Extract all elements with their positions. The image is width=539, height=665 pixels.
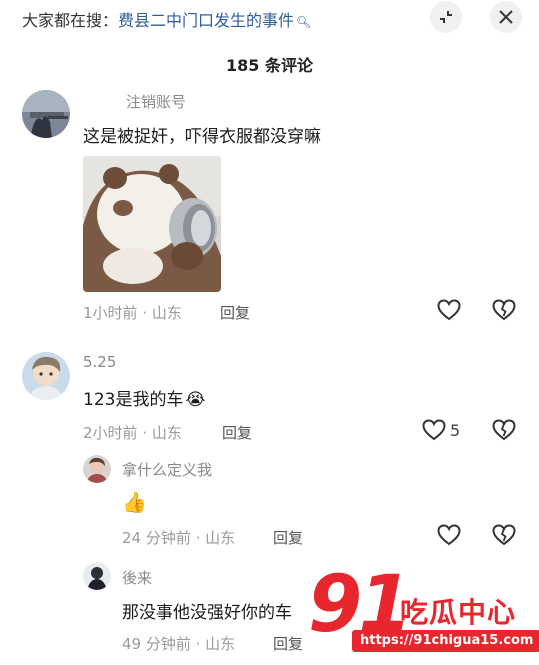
dislike-button[interactable] [491, 522, 517, 548]
avatar[interactable] [22, 90, 70, 138]
reply-username[interactable]: 拿什么定义我 [122, 459, 212, 480]
site-watermark: 91 吃瓜中心 https://91chigua15.com [308, 563, 539, 665]
search-suggestion-topic[interactable]: 费县二中门口发生的事件 [118, 11, 294, 30]
comment-image[interactable] [83, 156, 221, 292]
comment-text: 这是被捉奸，吓得衣服都没穿嘛 [83, 127, 321, 147]
close-icon [499, 10, 513, 24]
like-button[interactable] [421, 417, 447, 443]
reply-button[interactable]: 回复 [273, 527, 303, 548]
reply-text: 那没事他没强好你的车 [122, 603, 292, 623]
reply-meta: 24 分钟前 · 山东 [122, 529, 236, 547]
search-suggestion-prefix: 大家都在搜： [22, 11, 119, 30]
comment-text: 123是我的车 😭 [83, 385, 205, 410]
comment-text-body: 123是我的车 [83, 390, 184, 410]
reply-button[interactable]: 回复 [222, 422, 252, 443]
reply-username[interactable]: 後来 [122, 567, 152, 588]
comment-meta: 1小时前 · 山东 [83, 304, 182, 322]
broken-heart-icon [492, 299, 516, 321]
crying-emoji: 😭 [185, 390, 206, 410]
watermark-url: https://91chigua15.com [352, 630, 539, 652]
comment-meta: 2小时前 · 山东 [83, 424, 182, 442]
like-button[interactable] [436, 297, 462, 323]
search-suggestion[interactable]: 大家都在搜：费县二中门口发生的事件 🔍︎ [22, 7, 311, 31]
reply-meta: 49 分钟前 · 山东 [122, 635, 236, 653]
like-count: 5 [450, 421, 461, 440]
dislike-button[interactable] [491, 297, 517, 323]
comment-username[interactable]: 注销账号 [126, 91, 186, 112]
reply-button[interactable]: 回复 [273, 633, 303, 654]
heart-icon [437, 299, 461, 321]
thumbs-up-emoji: 👍 [122, 490, 147, 514]
search-icon: 🔍︎ [296, 15, 312, 29]
dislike-button[interactable] [491, 417, 517, 443]
avatar[interactable] [83, 455, 111, 483]
comment-username[interactable]: 5.25 [83, 353, 116, 371]
top-bar: 大家都在搜：费县二中门口发生的事件 🔍︎ [0, 0, 539, 40]
like-button[interactable] [436, 522, 462, 548]
broken-heart-icon [492, 524, 516, 546]
avatar[interactable] [22, 352, 70, 400]
comment-count: 185 条评论 [226, 56, 313, 75]
watermark-title: 吃瓜中心 [400, 596, 517, 629]
close-button[interactable] [490, 1, 522, 33]
reply-button[interactable]: 回复 [220, 302, 250, 323]
minimize-button[interactable] [430, 1, 462, 33]
heart-icon [422, 419, 446, 441]
collapse-icon [440, 11, 452, 23]
avatar[interactable] [83, 562, 111, 590]
broken-heart-icon [492, 419, 516, 441]
heart-icon [437, 524, 461, 546]
